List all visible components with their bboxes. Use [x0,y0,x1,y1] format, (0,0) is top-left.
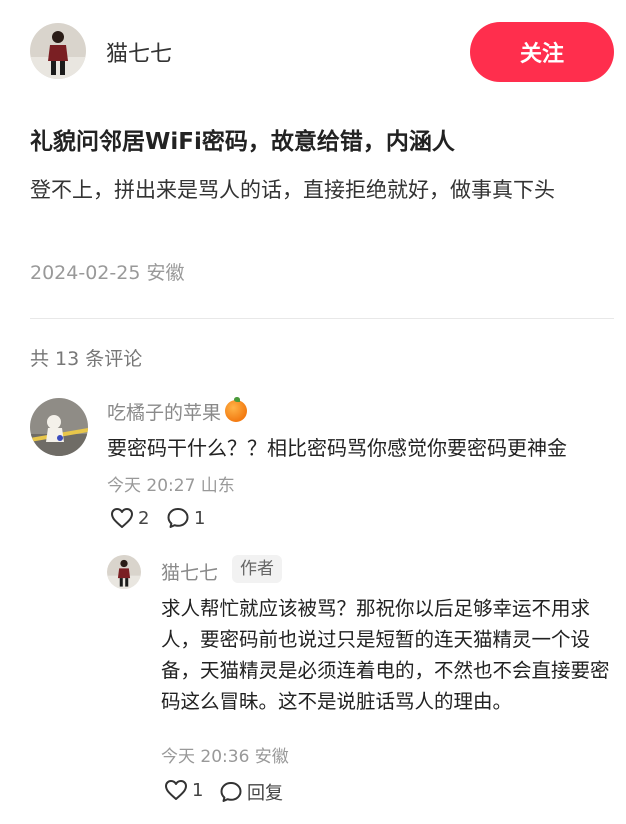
comment-like-button[interactable]: 2 [110,507,149,529]
author-name[interactable]: 猫七七 [106,36,172,68]
comment-meta: 今天 20:27 山东 [107,476,235,496]
reply-text: 求人帮忙就应该被骂？那祝你以后足够幸运不用求人，要密码前也说过只是短暂的连天猫精… [161,597,610,713]
reply-count: 1 [194,507,206,529]
reply-author-name[interactable]: 猫七七 [161,558,218,585]
comment-text: 要密码干什么？？相比密码骂你感觉你要密码更神金 [107,436,567,460]
heart-icon [111,508,133,528]
reply-action-label: 回复 [247,783,283,804]
follow-button[interactable]: 关注 [470,22,614,82]
comment-reply-button[interactable]: 1 [166,507,205,529]
reply-meta: 今天 20:36 安徽 [161,747,289,767]
divider [30,318,614,319]
commenter-avatar[interactable] [30,398,88,456]
post-date-location: 2024-02-25 安徽 [30,262,185,284]
comment-bubble-icon [167,508,189,528]
reply-like-count: 1 [192,779,204,801]
comment-count: 共 13 条评论 [30,348,143,370]
commenter-name-text: 吃橘子的苹果 [107,402,222,424]
reply-author-avatar[interactable] [107,555,141,589]
like-count: 2 [138,507,150,529]
heart-icon [165,780,187,800]
orange-emoji-icon [225,397,248,422]
reply-like-button[interactable]: 1 [164,779,203,801]
post-title: 礼貌问邻居WiFi密码，故意给错，内涵人 [30,129,455,155]
commenter-name[interactable]: 吃橘子的苹果 [107,397,248,425]
author-avatar[interactable] [30,23,86,79]
author-badge: 作者 [232,555,282,583]
post-body: 登不上，拼出来是骂人的话，直接拒绝就好，做事真下头 [30,178,555,202]
comment-bubble-icon [220,782,242,802]
reply-reply-button[interactable]: 回复 [219,779,283,805]
